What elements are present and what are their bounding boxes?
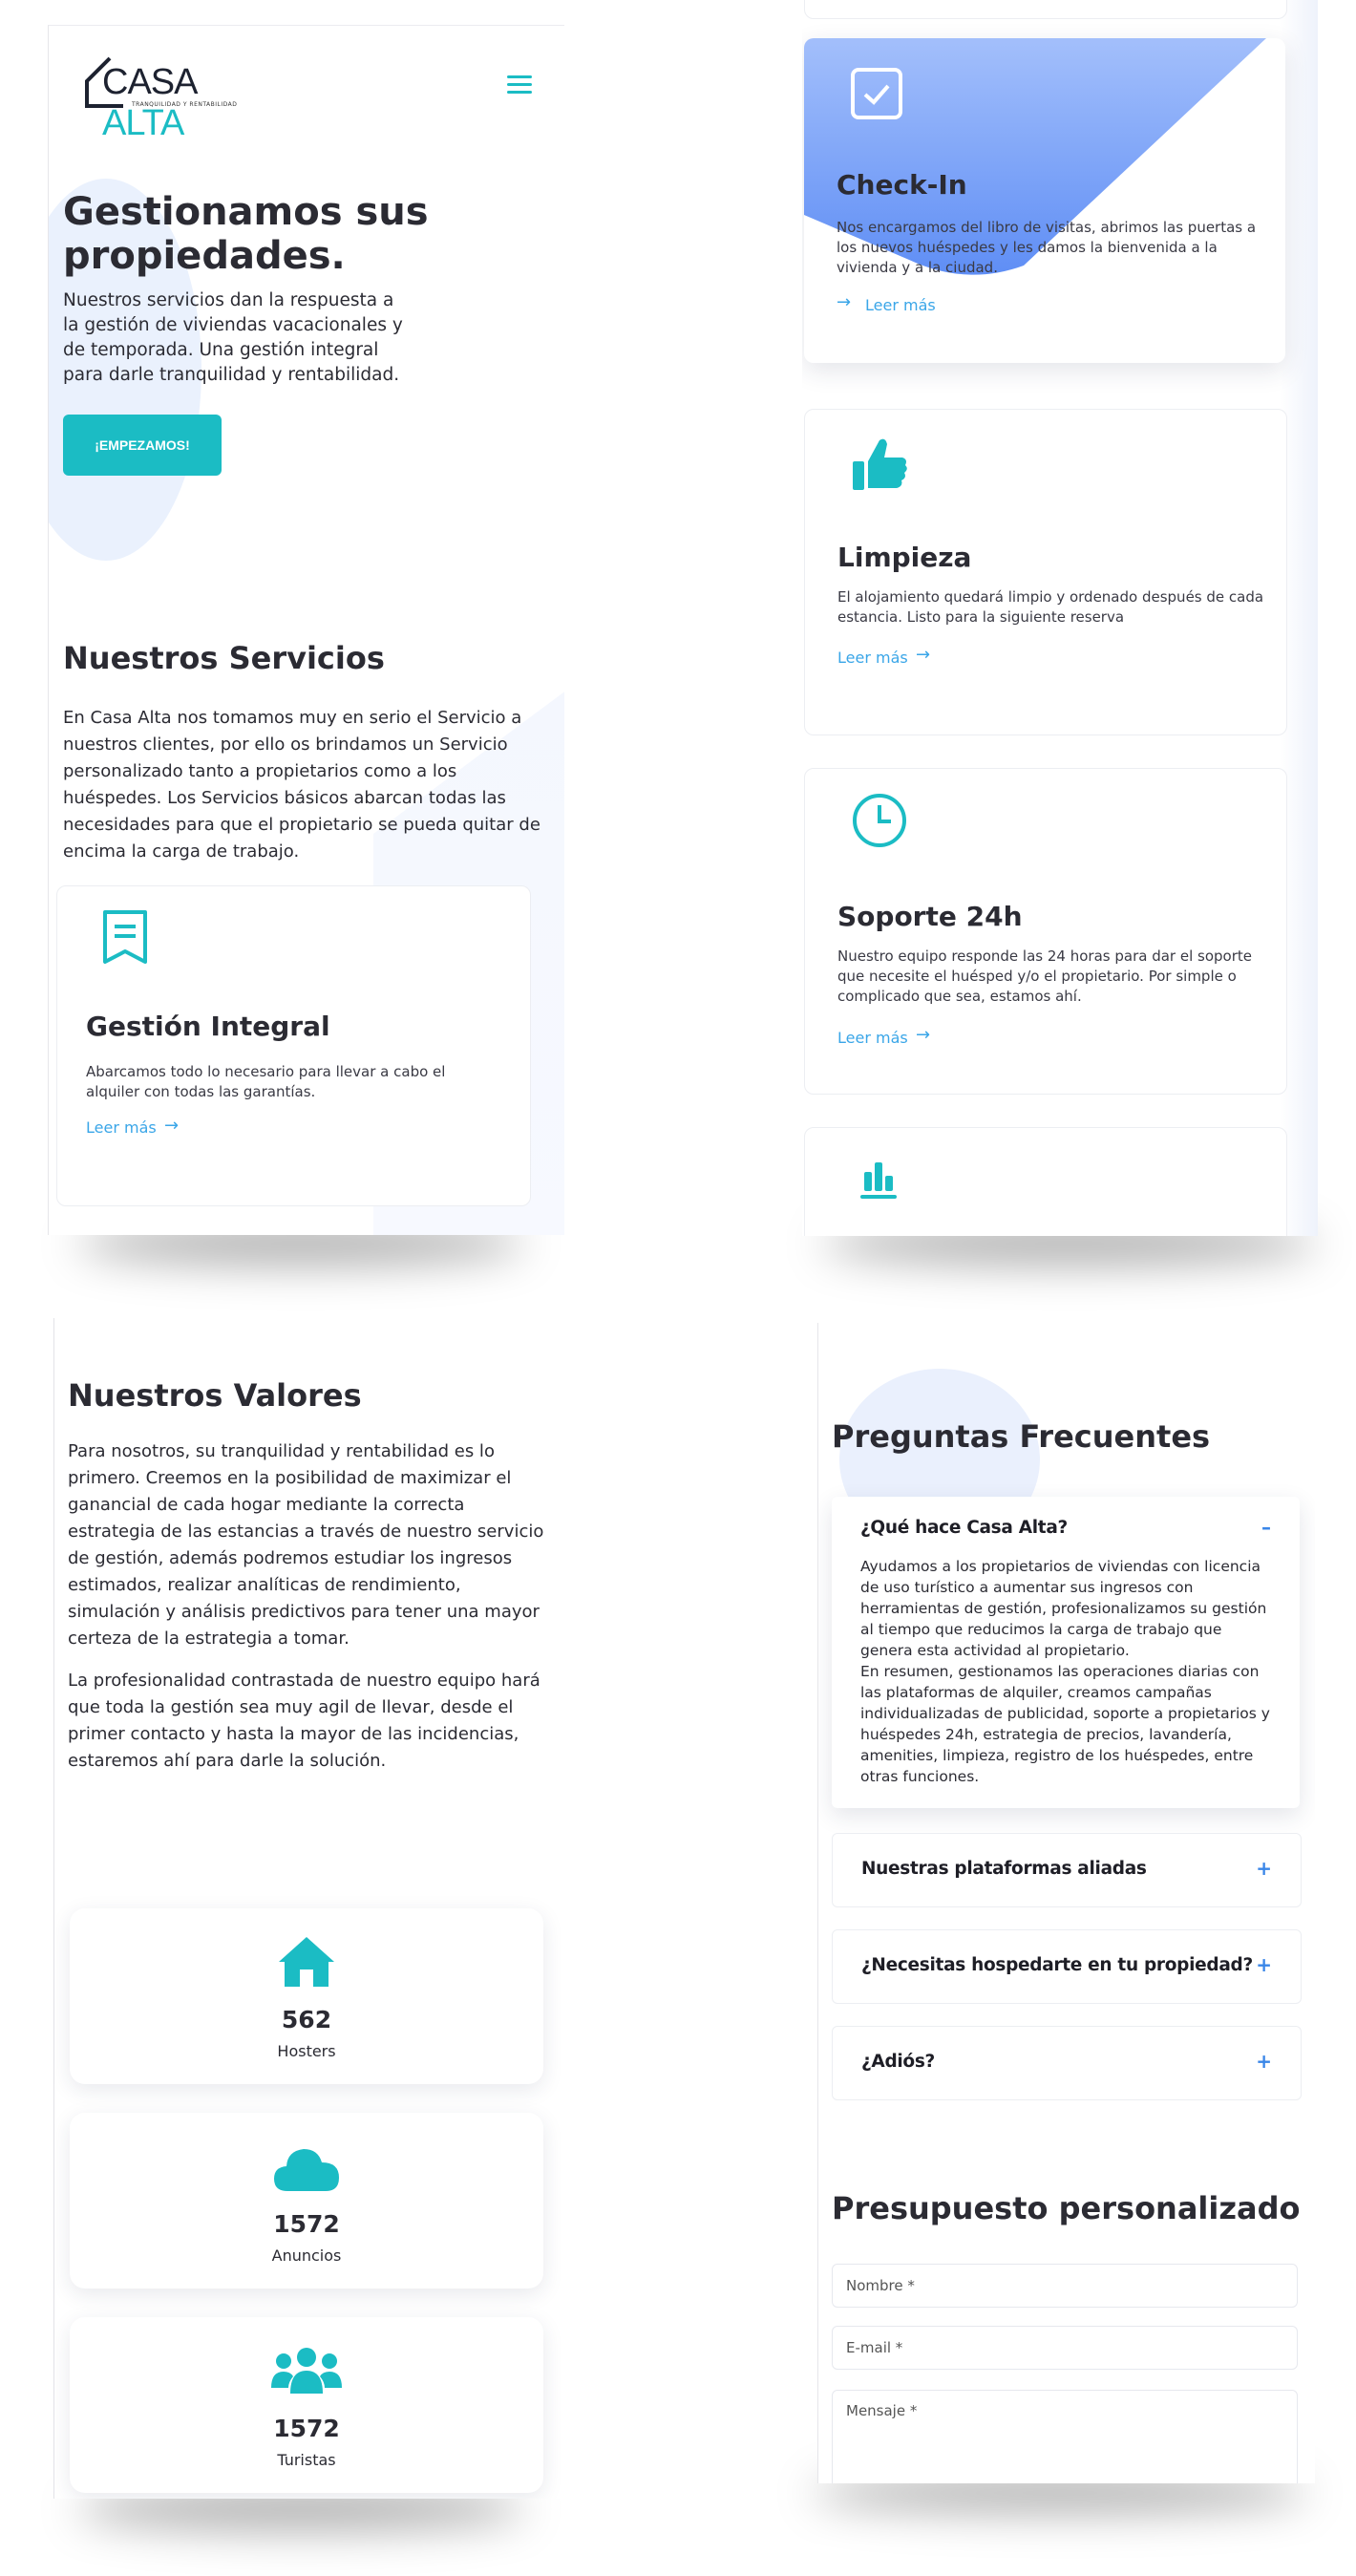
faq-item[interactable]: ¿Adiós? + — [832, 2026, 1302, 2100]
hero-title: Gestionamos sus propiedades. — [63, 190, 429, 278]
stat-value: 562 — [281, 2006, 332, 2033]
checkbox-icon — [851, 68, 902, 119]
stat-card: 1572 Turistas — [70, 2317, 543, 2493]
clock-icon — [853, 794, 906, 847]
name-field[interactable] — [832, 2264, 1298, 2308]
hero-text: Nuestros servicios dan la respuesta a la… — [63, 290, 403, 385]
arrow-right-icon: → — [164, 1116, 180, 1136]
faq-item[interactable]: Nuestras plataformas aliadas + — [832, 1833, 1302, 1907]
email-field[interactable] — [832, 2326, 1298, 2370]
faq-item-open[interactable]: ¿Qué hace Casa Alta? – Ayudamos a los pr… — [832, 1497, 1300, 1808]
service-card-gestion: Gestión Integral Abarcamos todo lo neces… — [56, 885, 531, 1206]
service-card-soporte: Soporte 24h Nuestro equipo responde las … — [804, 768, 1287, 1095]
quote-title: Presupuesto personalizado — [832, 2190, 1301, 2226]
cloud-icon — [274, 2149, 339, 2191]
service-card-limpieza: Limpieza El alojamiento quedará limpio y… — [804, 409, 1287, 735]
stat-label: Hosters — [277, 2042, 336, 2060]
faq-question[interactable]: Nuestras plataformas aliadas — [861, 1859, 1147, 1879]
service-title: Soporte 24h — [837, 901, 1023, 932]
arrow-right-icon: → — [837, 292, 852, 312]
plus-icon[interactable]: + — [1256, 1857, 1272, 1880]
service-desc: El alojamiento quedará limpio y ordenado… — [837, 588, 1264, 626]
thumbs-up-icon — [853, 438, 907, 490]
service-desc: Abarcamos todo lo necesario para llevar … — [86, 1063, 446, 1100]
service-card-checkin: Check-In Nos encargamos del libro de vis… — [804, 38, 1285, 363]
service-desc: Nos encargamos del libro de visitas, abr… — [837, 219, 1257, 276]
stat-card: 1572 Anuncios — [70, 2113, 543, 2289]
faq-answer: Ayudamos a los propietarios de viviendas… — [860, 1558, 1267, 1659]
values-paragraph-2: La profesionalidad contrastada de nuestr… — [68, 1671, 540, 1771]
stat-value: 1572 — [273, 2210, 340, 2238]
panel-faq-quote: Preguntas Frecuentes ¿Qué hace Casa Alta… — [817, 1323, 1315, 2483]
panel-services-list: Check-In Nos encargamos del libro de vis… — [802, 0, 1318, 1236]
bar-chart-icon — [860, 1162, 897, 1199]
faq-item[interactable]: ¿Necesitas hospedarte en tu propiedad? + — [832, 1929, 1302, 2004]
plus-icon[interactable]: + — [1256, 1953, 1272, 1976]
faq-question[interactable]: ¿Adiós? — [861, 2052, 935, 2072]
services-text: En Casa Alta nos tomamos muy en serio el… — [63, 708, 540, 862]
panel-values: Nuestros Valores Para nosotros, su tranq… — [53, 1318, 561, 2499]
document-icon — [103, 910, 147, 964]
stat-label: Anuncios — [271, 2246, 342, 2265]
arrow-right-icon: → — [916, 1025, 931, 1045]
cta-button[interactable]: ¡EMPEZAMOS! — [63, 415, 222, 476]
read-more-link[interactable]: Leer más — [837, 649, 908, 667]
values-title: Nuestros Valores — [68, 1377, 362, 1414]
message-field[interactable] — [832, 2390, 1298, 2483]
logo-tagline: TRANQUILIDAD Y RENTABILIDAD — [132, 101, 238, 108]
faq-answer: En resumen, gestionamos las operaciones … — [860, 1663, 1270, 1785]
stat-value: 1572 — [273, 2415, 340, 2442]
read-more-link[interactable]: Leer más — [865, 296, 936, 314]
logo[interactable]: CASA ALTA TRANQUILIDAD Y RENTABILIDAD — [77, 56, 268, 143]
service-card-analytics — [804, 1127, 1287, 1236]
service-desc: Nuestro equipo responde las 24 horas par… — [837, 947, 1252, 1005]
service-title: Gestión Integral — [86, 1011, 330, 1042]
minus-icon[interactable]: – — [1261, 1516, 1271, 1539]
faq-title: Preguntas Frecuentes — [832, 1418, 1211, 1455]
faq-question[interactable]: ¿Necesitas hospedarte en tu propiedad? — [861, 1955, 1253, 1975]
read-more-link[interactable]: Leer más — [86, 1118, 157, 1137]
stat-card: 562 Hosters — [70, 1908, 543, 2084]
panel-home-hero: CASA ALTA TRANQUILIDAD Y RENTABILIDAD Ge… — [48, 25, 564, 1235]
users-icon — [271, 2348, 342, 2394]
arrow-right-icon: → — [916, 645, 931, 665]
stat-label: Turistas — [277, 2451, 336, 2469]
house-icon — [279, 1937, 334, 1987]
faq-question[interactable]: ¿Qué hace Casa Alta? — [860, 1518, 1068, 1538]
service-title: Limpieza — [837, 542, 972, 573]
read-more-link[interactable]: Leer más — [837, 1029, 908, 1047]
services-title: Nuestros Servicios — [63, 640, 385, 676]
hamburger-icon[interactable] — [507, 75, 532, 95]
service-title: Check-In — [837, 169, 967, 201]
service-card-fragment — [804, 0, 1287, 19]
plus-icon[interactable]: + — [1256, 2050, 1272, 2073]
values-paragraph-1: Para nosotros, su tranquilidad y rentabi… — [68, 1441, 544, 1649]
